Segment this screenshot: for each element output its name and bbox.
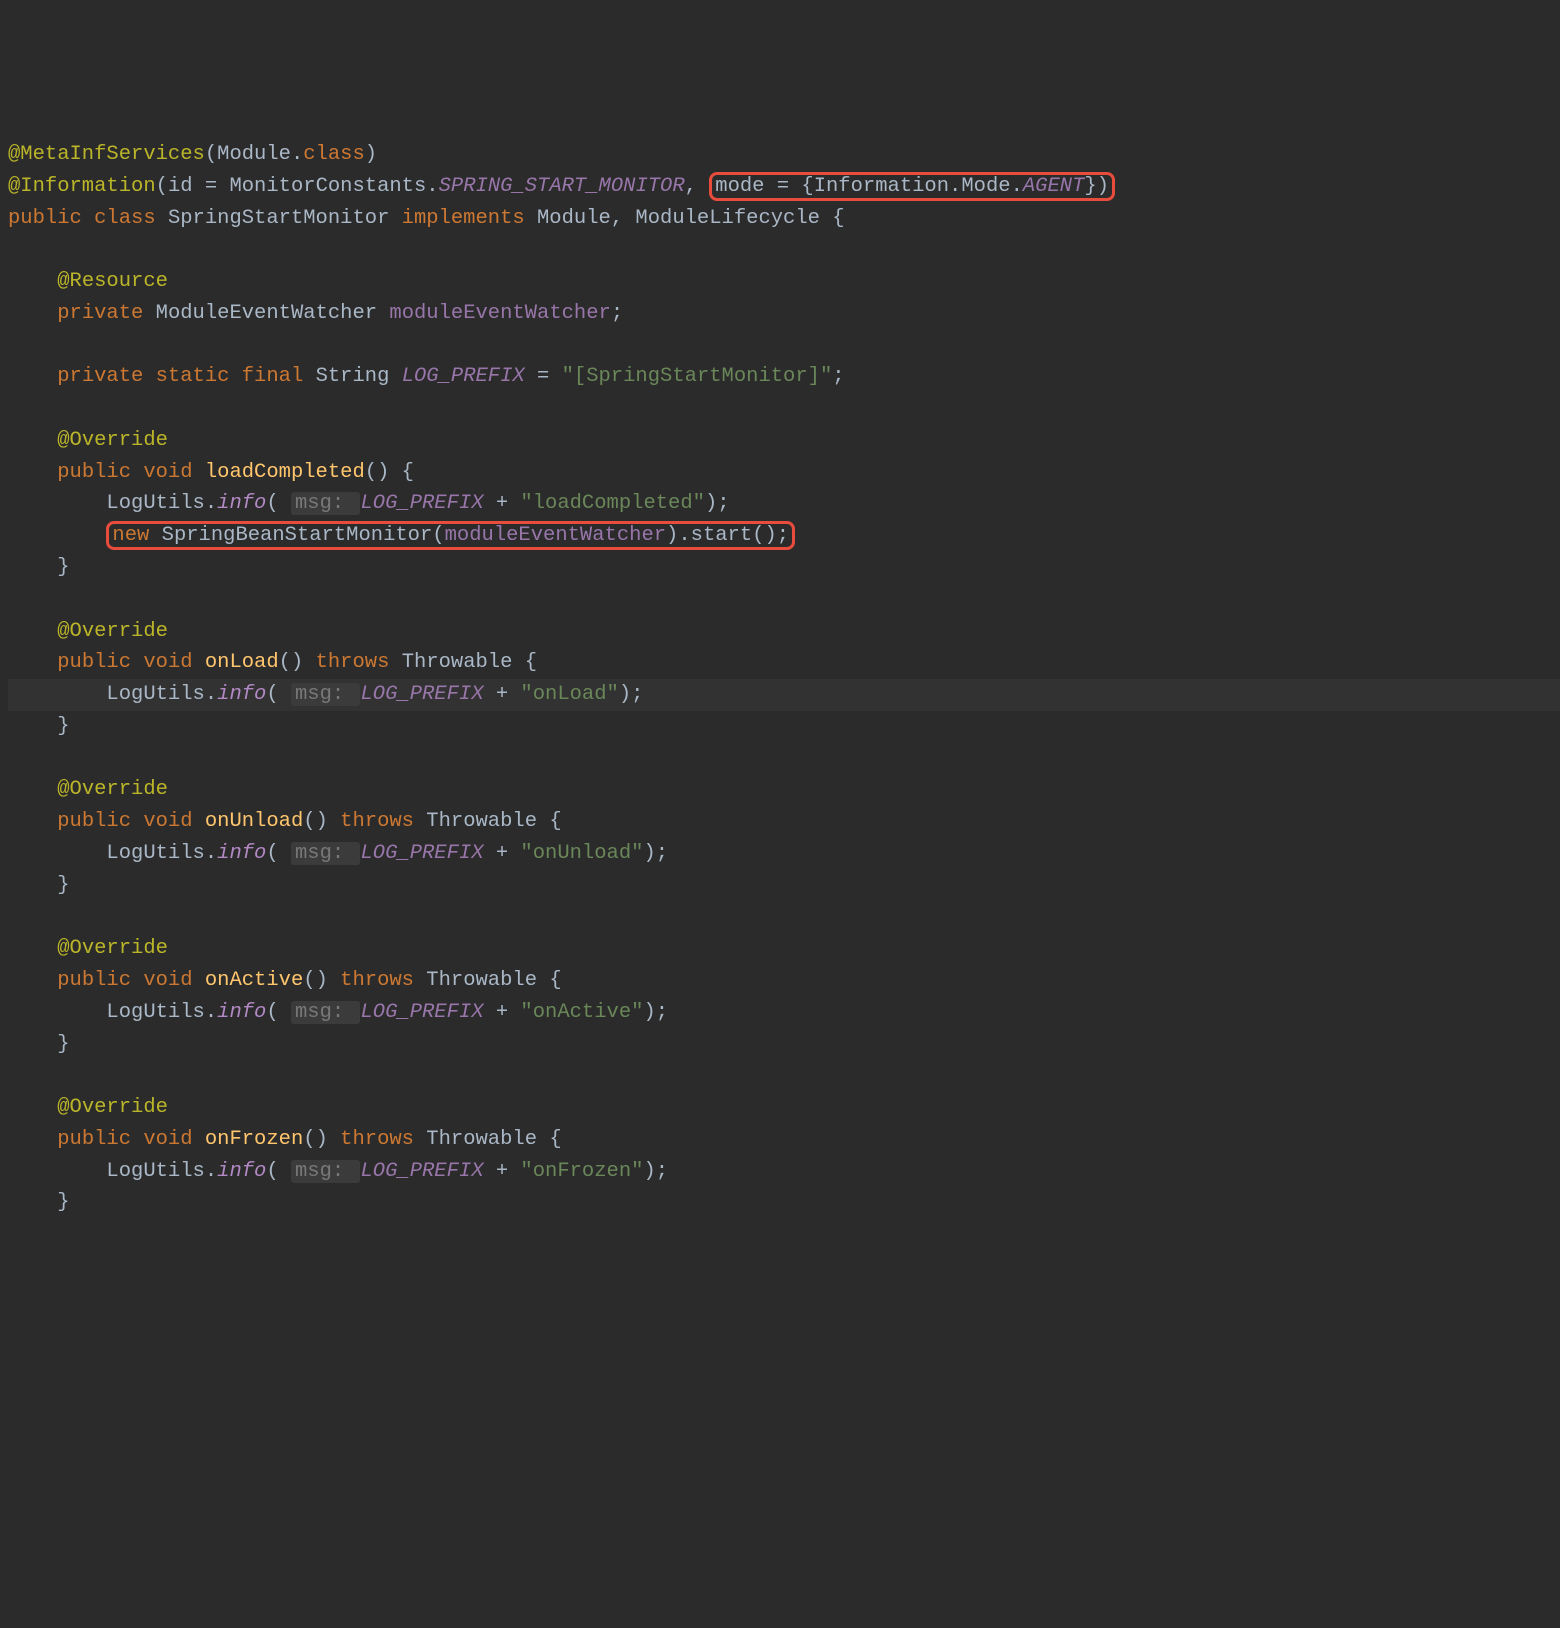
code-line: new SpringBeanStartMonitor(moduleEventWa… — [8, 521, 795, 550]
code-line: @Override — [8, 778, 168, 801]
code-line: } — [8, 556, 70, 579]
code-line: public void onFrozen() throws Throwable … — [8, 1128, 562, 1151]
code-line: public void onUnload() throws Throwable … — [8, 810, 562, 833]
code-line: LogUtils.info( msg: LOG_PREFIX + "onActi… — [8, 1001, 668, 1024]
code-line: @MetaInfServices(Module.class) — [8, 143, 377, 166]
code-editor[interactable]: @MetaInfServices(Module.class) @Informat… — [0, 127, 1560, 1231]
current-line-highlight: LogUtils.info( msg: LOG_PREFIX + "onLoad… — [8, 679, 1560, 711]
code-line: } — [8, 874, 70, 897]
param-hint: msg: — [291, 842, 361, 865]
code-line: LogUtils.info( msg: LOG_PREFIX + "onUnlo… — [8, 842, 668, 865]
param-hint: msg: — [291, 1160, 361, 1183]
code-line: @Resource — [8, 270, 168, 293]
code-line: public class SpringStartMonitor implemen… — [8, 207, 845, 230]
code-line: @Override — [8, 429, 168, 452]
code-line: public void onActive() throws Throwable … — [8, 969, 562, 992]
code-line: } — [8, 715, 70, 738]
code-line: @Override — [8, 1096, 168, 1119]
code-line: public void loadCompleted() { — [8, 461, 414, 484]
code-line: LogUtils.info( msg: LOG_PREFIX + "loadCo… — [8, 492, 730, 515]
param-hint: msg: — [291, 1001, 361, 1024]
code-line: public void onLoad() throws Throwable { — [8, 651, 537, 674]
code-line: private ModuleEventWatcher moduleEventWa… — [8, 302, 623, 325]
code-line: LogUtils.info( msg: LOG_PREFIX + "onFroz… — [8, 1160, 668, 1183]
param-hint: msg: — [291, 683, 361, 706]
code-line: } — [8, 1033, 70, 1056]
code-line: } — [8, 1191, 70, 1214]
code-line: @Override — [8, 937, 168, 960]
code-line: @Override — [8, 620, 168, 643]
highlight-box-new-monitor: new SpringBeanStartMonitor(moduleEventWa… — [106, 521, 795, 550]
highlight-box-mode: mode = {Information.Mode.AGENT}) — [709, 172, 1115, 201]
code-line: private static final String LOG_PREFIX =… — [8, 365, 845, 388]
code-line: @Information(id = MonitorConstants.SPRIN… — [8, 172, 1115, 201]
param-hint: msg: — [291, 492, 361, 515]
